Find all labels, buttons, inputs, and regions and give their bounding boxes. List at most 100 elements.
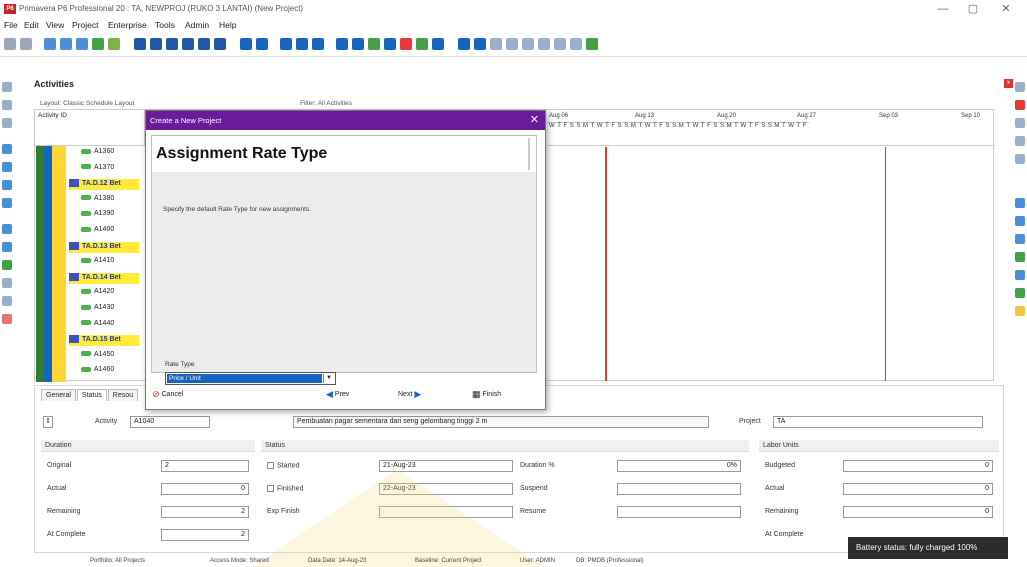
activity-row[interactable]: A1390 — [81, 210, 114, 221]
activity-row[interactable]: A1380 — [81, 195, 114, 206]
forward-icon[interactable] — [20, 38, 32, 50]
tracking-icon[interactable] — [214, 38, 226, 50]
activity-row[interactable]: A1430 — [81, 304, 114, 315]
actual-duration-field[interactable]: 0 — [161, 483, 249, 495]
store-icon[interactable] — [416, 38, 428, 50]
wbs-group-row[interactable]: TA.D.15 Bet — [69, 335, 139, 347]
print-icon[interactable] — [336, 38, 348, 50]
reports-nav-icon[interactable] — [2, 144, 12, 154]
activity-row[interactable]: A1410 — [81, 257, 114, 268]
projects-icon[interactable] — [134, 38, 146, 50]
sort-icon[interactable] — [296, 38, 308, 50]
home-icon[interactable] — [2, 82, 12, 92]
menu-view[interactable]: View — [46, 20, 64, 30]
assignments-icon[interactable] — [182, 38, 194, 50]
bars-icon[interactable] — [240, 38, 252, 50]
activities-nav-icon[interactable] — [2, 198, 12, 208]
duration-pct-field[interactable]: 0% — [617, 460, 741, 472]
wbs-group-row[interactable]: TA.D.14 Bet — [69, 272, 139, 284]
zoom-fit-icon[interactable] — [490, 38, 502, 50]
reports-icon[interactable] — [586, 38, 598, 50]
prev-button[interactable]: ◀ Prev — [326, 385, 349, 403]
copy-icon[interactable] — [1015, 136, 1025, 146]
issues-nav-icon[interactable] — [2, 278, 12, 288]
menu-file[interactable]: File — [4, 20, 18, 30]
panel-close-icon[interactable]: x — [1004, 79, 1013, 88]
menu-edit[interactable]: Edit — [24, 20, 39, 30]
project-field[interactable]: TA — [773, 416, 983, 428]
at-complete-duration-field[interactable]: 2 — [161, 529, 249, 541]
summarize-icon[interactable] — [432, 38, 444, 50]
assign-steps-icon[interactable] — [1015, 288, 1025, 298]
suspend-field[interactable] — [617, 483, 741, 495]
zoom-in-icon[interactable] — [458, 38, 470, 50]
projects-nav-icon[interactable] — [2, 100, 12, 110]
filter-icon[interactable] — [76, 38, 88, 50]
next-button[interactable]: Next ▶ — [398, 385, 421, 403]
assign-codes-icon[interactable] — [1015, 234, 1025, 244]
assign-successor-icon[interactable] — [1015, 270, 1025, 280]
dialog-close-icon[interactable]: ✕ — [530, 111, 539, 130]
spell-icon[interactable] — [352, 38, 364, 50]
resources-nav-icon[interactable] — [2, 118, 12, 128]
group-icon[interactable] — [312, 38, 324, 50]
wps-nav-icon[interactable] — [2, 242, 12, 252]
activity-row[interactable]: A1460 — [81, 366, 114, 377]
menu-help[interactable]: Help — [219, 20, 236, 30]
details-icon[interactable] — [256, 38, 268, 50]
notebook-topic-icon[interactable] — [1015, 306, 1025, 316]
paste-icon[interactable] — [1015, 154, 1025, 164]
layout-icon[interactable] — [44, 38, 56, 50]
activity-spinner[interactable]: ⇕ — [43, 416, 53, 428]
started-check-icon[interactable] — [267, 462, 274, 469]
menu-admin[interactable]: Admin — [185, 20, 209, 30]
wbs-icon[interactable] — [150, 38, 162, 50]
notebook-icon[interactable] — [554, 38, 566, 50]
add-icon[interactable] — [1015, 118, 1025, 128]
remaining-duration-field[interactable]: 2 — [161, 506, 249, 518]
activities-icon[interactable] — [166, 38, 178, 50]
thresholds-nav-icon[interactable] — [2, 260, 12, 270]
activity-row[interactable]: A1450 — [81, 351, 114, 362]
close-window-button[interactable]: ✕ — [993, 2, 1019, 17]
assign-roles-icon[interactable] — [1015, 216, 1025, 226]
resources-icon[interactable] — [198, 38, 210, 50]
layout-label[interactable]: Layout: Classic Schedule Layout — [40, 100, 134, 107]
activity-row[interactable]: A1420 — [81, 288, 114, 299]
assignments-nav-icon[interactable] — [2, 224, 12, 234]
back-icon[interactable] — [4, 38, 16, 50]
assign-predecessor-icon[interactable] — [1015, 252, 1025, 262]
wbs-nav-icon[interactable] — [2, 180, 12, 190]
pointer-icon[interactable] — [92, 38, 104, 50]
progress-icon[interactable] — [400, 38, 412, 50]
tab-general[interactable]: General — [41, 389, 76, 401]
activity-row[interactable]: A1360 — [81, 148, 114, 159]
menu-tools[interactable]: Tools — [155, 20, 175, 30]
expenses-nav-icon[interactable] — [2, 314, 12, 324]
timescale-icon[interactable] — [538, 38, 550, 50]
grid-icon[interactable] — [280, 38, 292, 50]
actual-units-field[interactable]: 0 — [843, 483, 993, 495]
resume-field[interactable] — [617, 506, 741, 518]
activity-row[interactable]: A1400 — [81, 226, 114, 237]
move-up-icon[interactable] — [1015, 82, 1025, 92]
columns-icon[interactable] — [60, 38, 72, 50]
zoom-out-icon[interactable] — [474, 38, 486, 50]
header-scrollbar[interactable] — [528, 138, 530, 170]
remaining-units-field[interactable]: 0 — [843, 506, 993, 518]
activity-id-field[interactable]: A1040 — [130, 416, 210, 428]
activity-name-field[interactable]: Pembuatan pagar sementara dari seng gelo… — [293, 416, 709, 428]
zoom-icon[interactable] — [108, 38, 120, 50]
menu-enterprise[interactable]: Enterprise — [108, 20, 147, 30]
finish-button[interactable]: ▦ Finish — [472, 385, 501, 403]
activity-row[interactable]: A1440 — [81, 320, 114, 331]
activity-row[interactable]: A1370 — [81, 164, 114, 175]
issues-icon[interactable] — [570, 38, 582, 50]
cancel-button[interactable]: ⊘ Cancel — [152, 385, 183, 403]
tab-resources[interactable]: Resou — [107, 389, 138, 401]
menu-project[interactable]: Project — [72, 20, 98, 30]
maximize-button[interactable]: ▢ — [960, 2, 986, 17]
risks-nav-icon[interactable] — [2, 296, 12, 306]
expand-icon[interactable] — [506, 38, 518, 50]
delete-icon[interactable] — [1015, 100, 1025, 110]
